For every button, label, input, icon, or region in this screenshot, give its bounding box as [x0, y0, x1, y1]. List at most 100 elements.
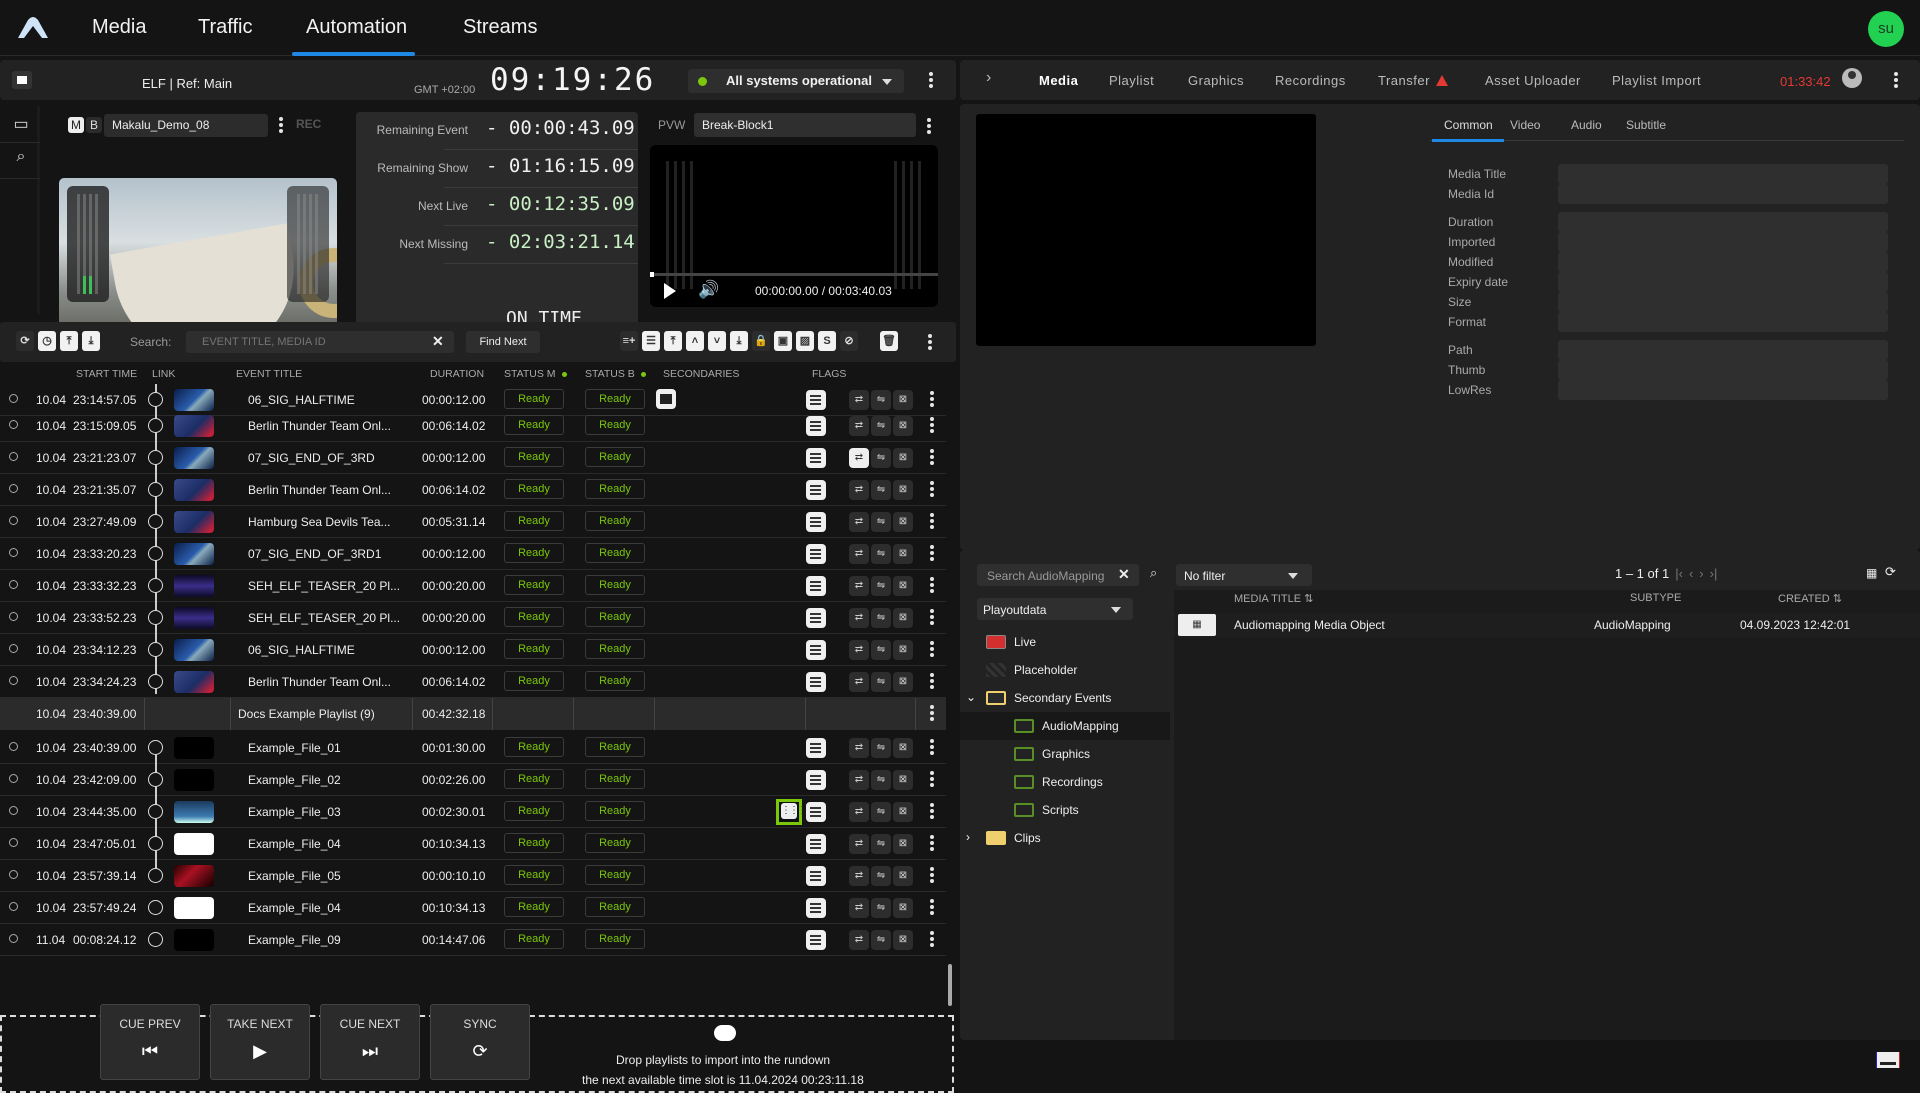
col-event-title[interactable]: EVENT TITLE	[236, 368, 302, 380]
play-icon[interactable]	[664, 283, 676, 299]
prev-page-icon[interactable]: ‹	[1689, 566, 1693, 581]
route-icon[interactable]: ⇋	[871, 512, 891, 532]
clock-icon[interactable]	[9, 902, 18, 911]
row-more-button[interactable]	[930, 835, 934, 853]
clock-icon[interactable]	[9, 838, 18, 847]
clock-icon[interactable]	[9, 742, 18, 751]
link-node-icon[interactable]	[148, 836, 163, 851]
link-node-icon[interactable]	[148, 450, 163, 465]
playlist-flag-icon[interactable]	[806, 898, 826, 918]
preview-source-name[interactable]: Break-Block1	[694, 113, 916, 137]
rundown-scrollbar[interactable]	[948, 964, 952, 1006]
nav-tab-media[interactable]: Media	[92, 16, 146, 39]
loop-icon[interactable]: ⇄	[849, 608, 869, 628]
loop-icon[interactable]: ⇄	[849, 576, 869, 596]
link-node-icon[interactable]	[148, 772, 163, 787]
row-more-button[interactable]	[930, 391, 934, 409]
nav-tab-traffic[interactable]: Traffic	[198, 16, 252, 39]
search-icon[interactable]: ⌕	[10, 148, 32, 170]
playlist-flag-icon[interactable]	[806, 390, 826, 410]
clock-icon[interactable]	[9, 580, 18, 589]
event-row[interactable]: 10.04 23:15:09.05 Berlin Thunder Team Onl.…	[0, 410, 946, 442]
nav-tab-streams[interactable]: Streams	[463, 16, 537, 39]
refresh-icon[interactable]: ⟳	[16, 331, 34, 351]
row-more-button[interactable]	[930, 417, 934, 435]
tree-item-scripts[interactable]: Scripts	[960, 796, 1170, 824]
route-icon[interactable]: ⇋	[871, 416, 891, 436]
clear-search-icon[interactable]: ✕	[432, 333, 444, 350]
delete-icon[interactable]: 🗑	[880, 331, 898, 351]
loop-icon[interactable]: ⇄	[849, 834, 869, 854]
right-tab-playlist[interactable]: Playlist	[1109, 73, 1154, 88]
jump-bottom-icon[interactable]: ⤓	[82, 331, 100, 351]
tree-item-live[interactable]: Live	[960, 628, 1170, 656]
keyboard-icon[interactable]	[1876, 1052, 1900, 1068]
no-media-icon[interactable]: ⊠	[893, 738, 913, 758]
event-row[interactable]: 10.04 23:21:35.07 Berlin Thunder Team Onl.…	[0, 474, 946, 506]
route-icon[interactable]: ⇋	[871, 576, 891, 596]
playlist-flag-icon[interactable]	[806, 608, 826, 628]
media-tab-subtitle[interactable]: Subtitle	[1626, 118, 1666, 132]
clock-icon[interactable]	[9, 934, 18, 943]
first-page-icon[interactable]: |‹	[1675, 566, 1683, 581]
route-icon[interactable]: ⇋	[871, 866, 891, 886]
panel-more-button[interactable]	[1894, 72, 1898, 90]
playlist-flag-icon[interactable]	[806, 930, 826, 950]
no-media-icon[interactable]: ⊠	[893, 834, 913, 854]
layout-toggle-button[interactable]	[12, 71, 32, 89]
field-value[interactable]	[1558, 164, 1888, 184]
row-more-button[interactable]	[930, 771, 934, 789]
chevron-right-icon[interactable]: ›	[966, 830, 970, 844]
route-icon[interactable]: ⇋	[871, 480, 891, 500]
clock-icon[interactable]	[9, 612, 18, 621]
no-media-icon[interactable]: ⊠	[893, 866, 913, 886]
collapse-icon[interactable]: ☰	[642, 331, 660, 351]
route-icon[interactable]: ⇋	[871, 390, 891, 410]
channel-more-button[interactable]	[929, 72, 933, 90]
route-icon[interactable]: ⇋	[871, 544, 891, 564]
playlist-flag-icon[interactable]	[806, 480, 826, 500]
loop-icon[interactable]: ⇄	[849, 898, 869, 918]
link-node-icon[interactable]	[148, 514, 163, 529]
clock-icon[interactable]	[9, 394, 18, 403]
jump-top-icon[interactable]: ⤒	[60, 331, 78, 351]
secondary-graphic-icon[interactable]	[656, 389, 676, 409]
event-row[interactable]: 10.04 23:44:35.00 Example_File_03 00:02:30.…	[0, 796, 946, 828]
route-icon[interactable]: ⇋	[871, 930, 891, 950]
playlist-flag-icon[interactable]	[806, 770, 826, 790]
move-up-icon[interactable]: ˄	[686, 331, 704, 351]
playlist-flag-icon[interactable]	[806, 544, 826, 564]
playlist-flag-icon[interactable]	[806, 738, 826, 758]
loop-icon[interactable]: ⇄	[849, 416, 869, 436]
clock-icon[interactable]	[9, 774, 18, 783]
tree-item-secondary-events[interactable]: ⌄ Secondary Events	[960, 684, 1170, 712]
cue-next-button[interactable]: CUE NEXT ⏭	[320, 1004, 420, 1080]
col-created[interactable]: CREATED ⇅	[1778, 592, 1842, 605]
lock-icon[interactable]: 🔒	[752, 331, 770, 351]
row-more-button[interactable]	[930, 705, 934, 723]
clock-icon[interactable]	[9, 676, 18, 685]
sync-button[interactable]: SYNC ⟳	[430, 1004, 530, 1080]
no-media-icon[interactable]: ⊠	[893, 672, 913, 692]
col-duration[interactable]: DURATION	[430, 368, 484, 380]
move-down-icon[interactable]: ˅	[708, 331, 726, 351]
loop-icon[interactable]: ⇄	[849, 930, 869, 950]
next-page-icon[interactable]: ›	[1699, 566, 1703, 581]
program-more-button[interactable]	[279, 117, 283, 135]
route-icon[interactable]: ⇋	[871, 672, 891, 692]
clear-search-icon[interactable]: ✕	[1118, 566, 1130, 583]
playlist-group-row[interactable]: 10.04 23:40:39.00 Docs Example Playlist (9…	[0, 698, 946, 730]
add-event-icon[interactable]: ≡+	[620, 331, 638, 351]
field-value[interactable]	[1558, 292, 1888, 312]
event-row[interactable]: 10.04 23:57:49.24 Example_File_04 00:10:34.…	[0, 892, 946, 924]
route-icon[interactable]: ⇋	[871, 834, 891, 854]
move-bottom-icon[interactable]: ⤓	[730, 331, 748, 351]
clock-icon[interactable]	[9, 548, 18, 557]
loop-icon[interactable]: ⇄	[849, 512, 869, 532]
event-row[interactable]: 10.04 23:34:12.23 06_SIG_HALFTIME 00:00:12.…	[0, 634, 946, 666]
move-top-icon[interactable]: ⤒	[664, 331, 682, 351]
media-tab-video[interactable]: Video	[1510, 118, 1540, 132]
link-node-icon[interactable]	[148, 642, 163, 657]
row-more-button[interactable]	[930, 899, 934, 917]
user-icon[interactable]	[1842, 68, 1862, 88]
